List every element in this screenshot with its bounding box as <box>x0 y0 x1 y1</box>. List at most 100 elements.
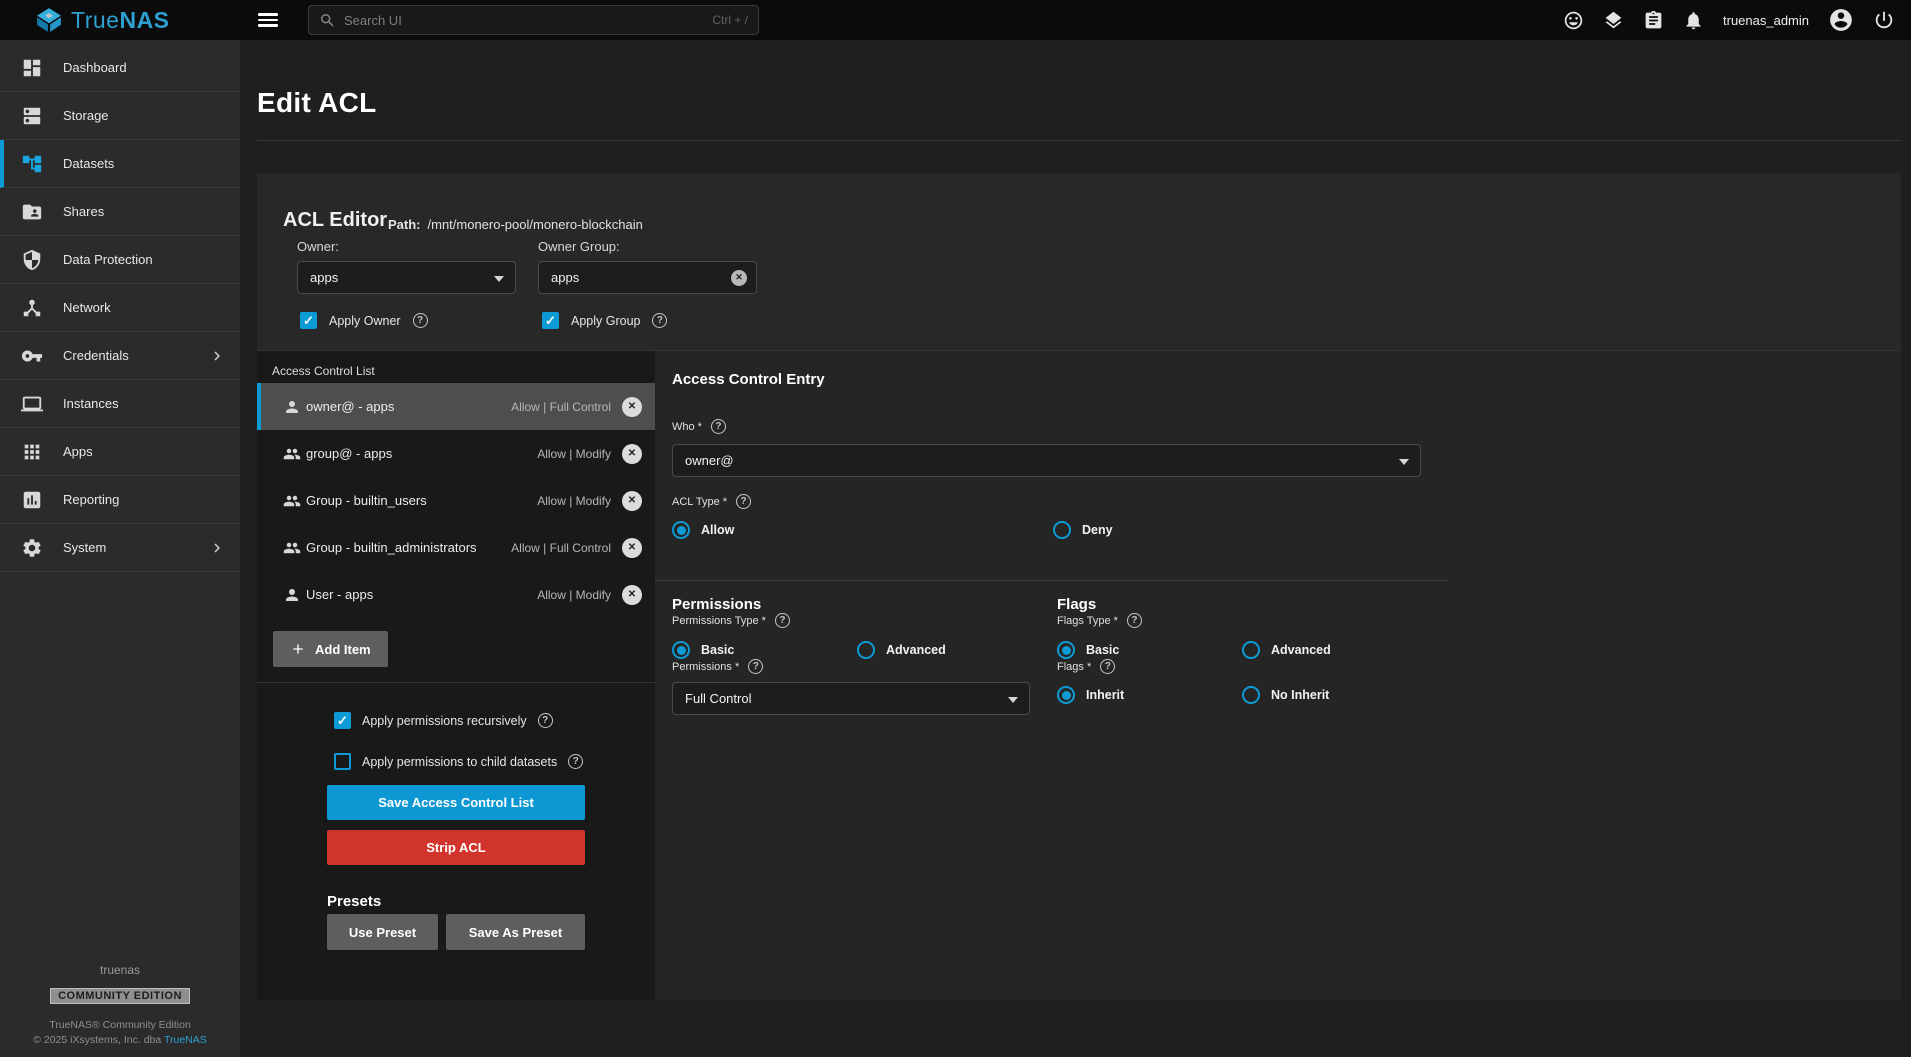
sidebar-item-network[interactable]: Network <box>0 284 240 332</box>
permissions-label: Permissions * <box>672 659 1057 674</box>
panel-divider <box>257 682 655 683</box>
sidebar-item-data-protection[interactable]: Data Protection <box>0 236 240 284</box>
sidebar-item-label: Datasets <box>63 156 114 171</box>
help-icon[interactable] <box>748 659 763 674</box>
acl-entry-row[interactable]: owner@ - apps Allow | Full Control <box>257 383 655 430</box>
clear-icon[interactable] <box>731 270 747 286</box>
flags-radio-group: Inherit No Inherit <box>1057 686 1477 704</box>
flags-no-inherit-radio[interactable]: No Inherit <box>1242 686 1427 704</box>
sidebar-item-reporting[interactable]: Reporting <box>0 476 240 524</box>
child-datasets-checkbox[interactable] <box>334 753 351 770</box>
sidebar-item-system[interactable]: System <box>0 524 240 572</box>
flags-type-advanced-radio[interactable]: Advanced <box>1242 641 1427 659</box>
help-icon[interactable] <box>736 494 751 509</box>
sidebar-item-instances[interactable]: Instances <box>0 380 240 428</box>
acl-entry-row[interactable]: Group - builtin_users Allow | Modify <box>257 477 655 524</box>
apply-group-checkbox[interactable] <box>542 312 559 329</box>
sidebar-item-shares[interactable]: Shares <box>0 188 240 236</box>
permissions-type-advanced-radio[interactable]: Advanced <box>857 641 1042 659</box>
feedback-icon[interactable] <box>1563 10 1584 31</box>
help-icon[interactable] <box>1100 659 1115 674</box>
sidebar-item-storage[interactable]: Storage <box>0 92 240 140</box>
sidebar-item-credentials[interactable]: Credentials <box>0 332 240 380</box>
edition-badge: COMMUNITY EDITION <box>50 988 190 1004</box>
sidebar-item-datasets[interactable]: Datasets <box>0 140 240 188</box>
apps-grid-icon <box>21 441 43 463</box>
hostname: truenas <box>0 963 240 977</box>
save-acl-button[interactable]: Save Access Control List <box>327 785 585 820</box>
owner-select[interactable]: apps <box>297 261 516 294</box>
group-icon <box>283 445 301 463</box>
flags-type-radio-group: Basic Advanced <box>1057 641 1477 659</box>
delete-entry-icon[interactable] <box>622 538 642 558</box>
page-title: Edit ACL <box>257 87 377 119</box>
shield-icon <box>21 249 43 271</box>
delete-entry-icon[interactable] <box>622 585 642 605</box>
jobs-icon[interactable] <box>1643 10 1664 31</box>
laptop-icon <box>21 393 43 415</box>
truenas-logo[interactable]: TrueNAS <box>0 7 240 34</box>
menu-icon[interactable] <box>258 10 278 30</box>
acl-editor-card: ACL Editor Path: /mnt/monero-pool/monero… <box>257 173 1901 1000</box>
help-icon[interactable] <box>538 713 553 728</box>
sidebar-item-label: Instances <box>63 396 119 411</box>
gear-icon <box>21 537 43 559</box>
flags-heading: Flags <box>1057 596 1477 613</box>
who-select[interactable]: owner@ <box>672 444 1421 477</box>
help-icon[interactable] <box>1127 613 1142 628</box>
help-icon[interactable] <box>652 313 667 328</box>
owner-label: Owner: <box>297 239 339 254</box>
power-icon[interactable] <box>1873 9 1895 31</box>
acl-editor-heading: ACL Editor <box>283 209 387 232</box>
help-icon[interactable] <box>568 754 583 769</box>
permissions-heading: Permissions <box>672 596 1057 613</box>
acl-entry-row[interactable]: Group - builtin_administrators Allow | F… <box>257 524 655 571</box>
storage-icon <box>21 105 43 127</box>
user-avatar-icon[interactable] <box>1828 7 1854 33</box>
strip-acl-button[interactable]: Strip ACL <box>327 830 585 865</box>
main-content: Edit ACL ACL Editor Path: /mnt/monero-po… <box>240 40 1911 1057</box>
apply-owner-checkbox[interactable] <box>300 312 317 329</box>
flags-type-basic-radio[interactable]: Basic <box>1057 641 1242 659</box>
acl-type-deny-radio[interactable]: Deny <box>1053 521 1434 539</box>
ace-heading: Access Control Entry <box>672 371 825 388</box>
save-as-preset-button[interactable]: Save As Preset <box>446 914 585 950</box>
permissions-select[interactable]: Full Control <box>672 682 1030 715</box>
notifications-icon[interactable] <box>1683 10 1704 31</box>
delete-entry-icon[interactable] <box>622 444 642 464</box>
owner-group-input[interactable]: apps <box>538 261 757 294</box>
sidebar-item-label: System <box>63 540 106 555</box>
username[interactable]: truenas_admin <box>1723 13 1809 28</box>
use-preset-button[interactable]: Use Preset <box>327 914 438 950</box>
sidebar-item-apps[interactable]: Apps <box>0 428 240 476</box>
access-control-list-panel: Access Control List owner@ - apps Allow … <box>257 351 655 1000</box>
logo-text: TrueNAS <box>71 7 170 34</box>
section-divider <box>655 580 1448 581</box>
add-item-button[interactable]: Add Item <box>273 631 388 667</box>
truenas-link[interactable]: TrueNAS <box>164 1034 207 1046</box>
help-icon[interactable] <box>775 613 790 628</box>
delete-entry-icon[interactable] <box>622 397 642 417</box>
truecommand-icon[interactable] <box>1603 10 1624 31</box>
flags-inherit-radio[interactable]: Inherit <box>1057 686 1242 704</box>
help-icon[interactable] <box>413 313 428 328</box>
user-icon <box>283 398 301 416</box>
acl-type-allow-radio[interactable]: Allow <box>672 521 1053 539</box>
search-box: Ctrl + / <box>308 5 759 35</box>
bar-chart-icon <box>21 489 43 511</box>
permissions-type-basic-radio[interactable]: Basic <box>672 641 857 659</box>
owner-group-label: Owner Group: <box>538 239 620 254</box>
acl-entry-row[interactable]: User - apps Allow | Modify <box>257 571 655 618</box>
sidebar-item-dashboard[interactable]: Dashboard <box>0 44 240 92</box>
edition-text: TrueNAS® Community Edition <box>0 1019 240 1031</box>
help-icon[interactable] <box>711 419 726 434</box>
acl-entry-row[interactable]: group@ - apps Allow | Modify <box>257 430 655 477</box>
delete-entry-icon[interactable] <box>622 491 642 511</box>
apply-group-checkbox-row: Apply Group <box>542 312 667 329</box>
topbar-actions: truenas_admin <box>1563 7 1895 33</box>
child-datasets-checkbox-row: Apply permissions to child datasets <box>334 753 583 770</box>
recursive-checkbox[interactable] <box>334 712 351 729</box>
search-input[interactable] <box>344 13 704 28</box>
apply-owner-checkbox-row: Apply Owner <box>300 312 428 329</box>
truenas-logo-icon <box>36 7 62 33</box>
